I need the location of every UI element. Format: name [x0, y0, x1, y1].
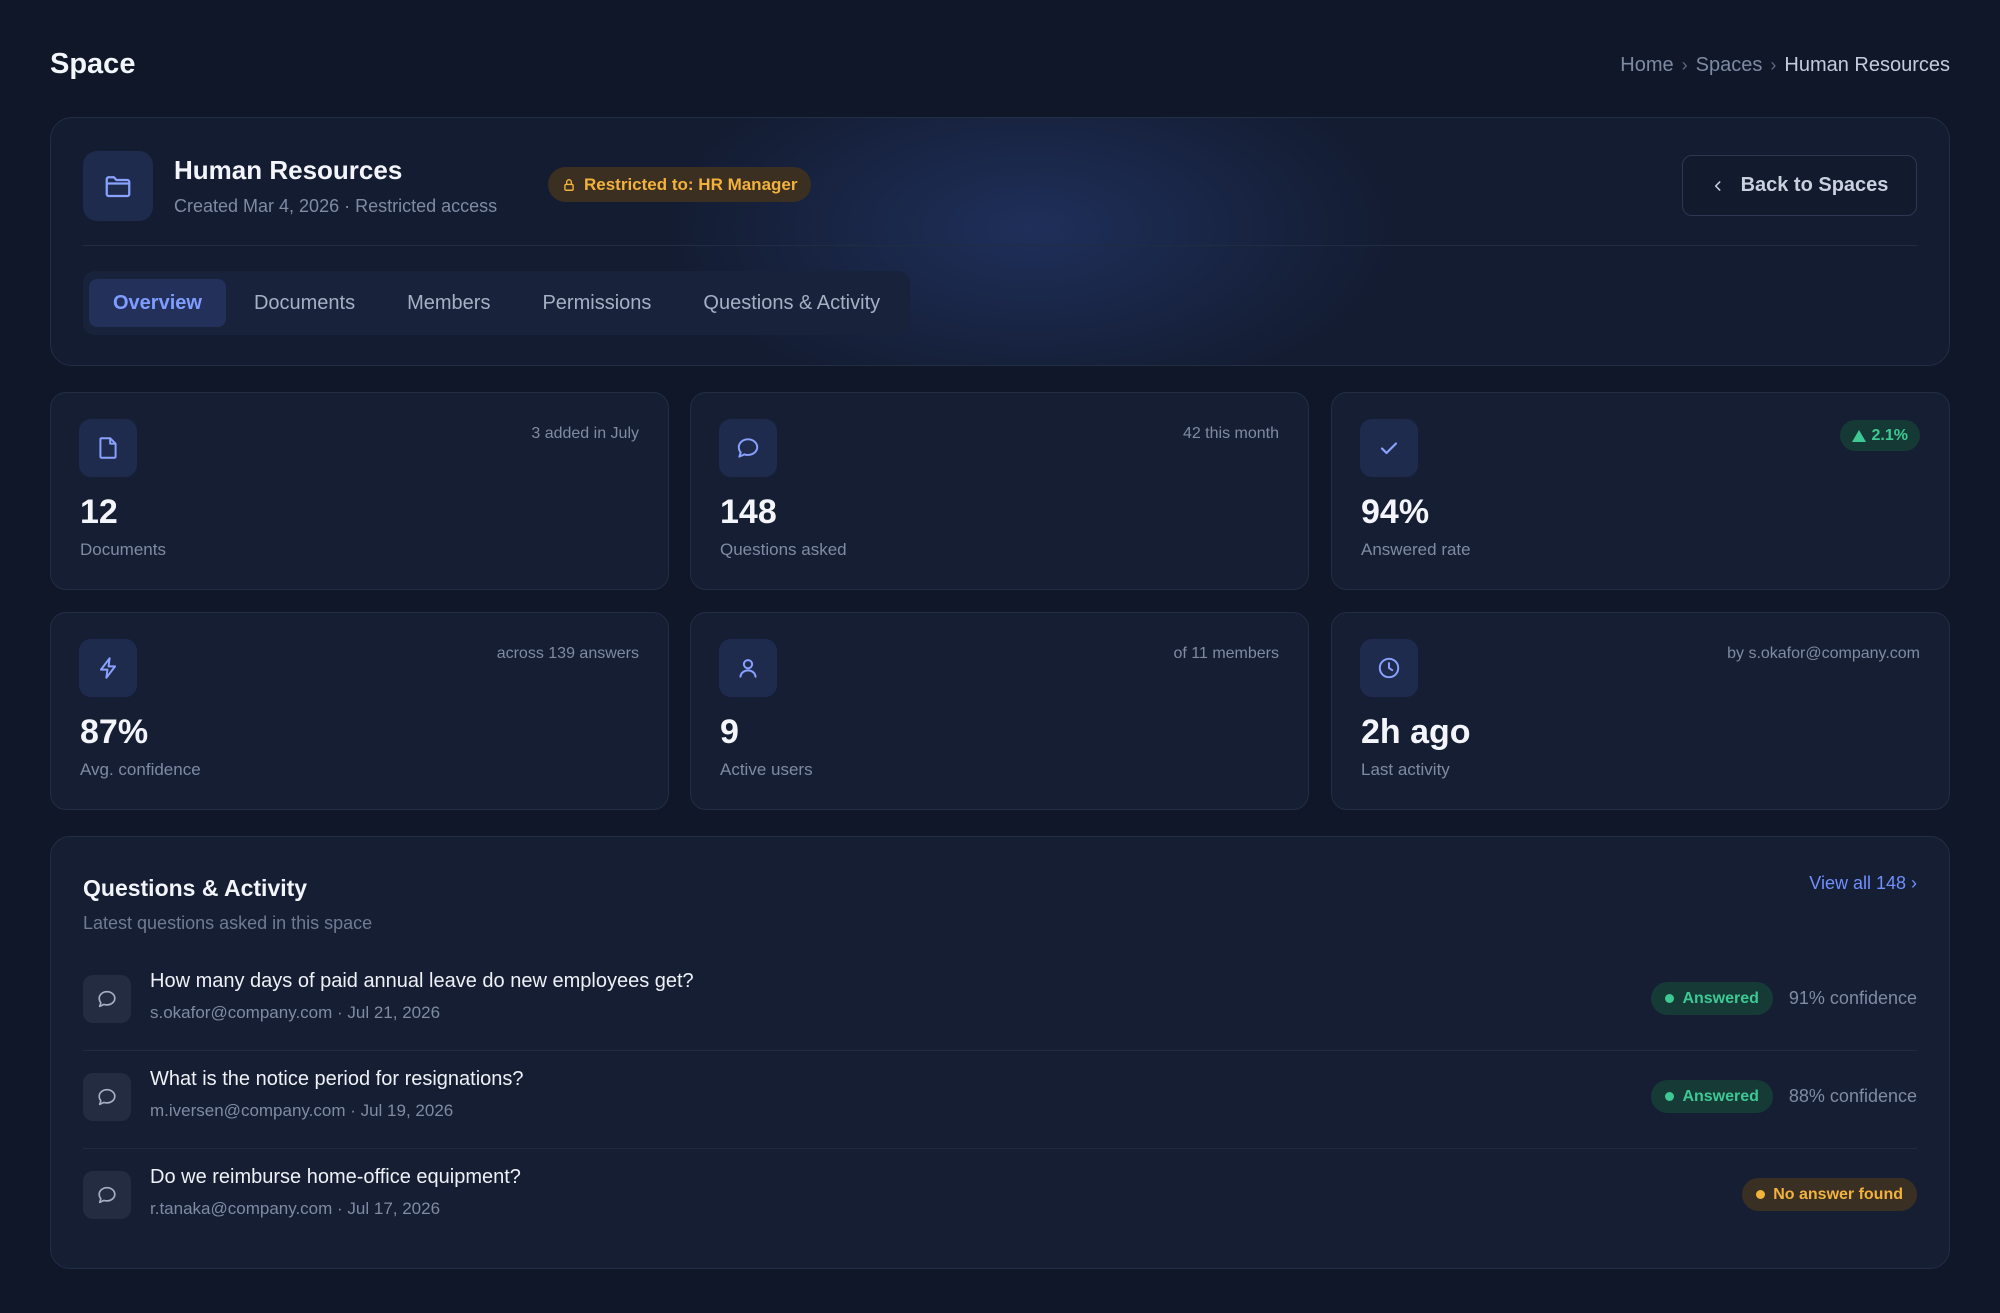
space-name: Human Resources	[174, 155, 403, 185]
stat-label: Last activity	[1361, 760, 1450, 779]
tab-questions-activity[interactable]: Questions & Activity	[679, 279, 904, 327]
view-all-link[interactable]: View all 148 ›	[1809, 873, 1917, 894]
stat-value: 148	[720, 493, 777, 531]
stat-note: of 11 members	[1173, 645, 1279, 662]
activity-subtitle: Latest questions asked in this space	[83, 913, 373, 933]
stat-note: 42 this month	[1182, 425, 1279, 442]
back-to-spaces-label: Back to Spaces	[1740, 174, 1889, 196]
stat-card-answered-rate: 2.1% 94% Answered rate	[1331, 392, 1950, 590]
stat-value: 12	[80, 493, 118, 531]
stat-card-questions: 42 this month 148 Questions asked	[690, 392, 1309, 590]
document-icon	[79, 419, 137, 477]
restricted-label: Restricted to: HR Manager	[584, 174, 798, 194]
folder-icon	[83, 151, 153, 221]
status-badge: Answered	[1651, 982, 1773, 1015]
breadcrumb-current: Human Resources	[1784, 54, 1950, 76]
chat-icon	[83, 975, 131, 1023]
restricted-badge: Restricted to: HR Manager	[548, 167, 812, 202]
question-meta: r.tanaka@company.com · Jul 17, 2026	[150, 1199, 441, 1218]
back-to-spaces-button[interactable]: Back to Spaces	[1682, 155, 1917, 216]
bolt-icon	[79, 639, 137, 697]
breadcrumb: Home › Spaces › Human Resources	[1620, 54, 1950, 77]
tab-permissions[interactable]: Permissions	[518, 279, 675, 327]
stat-card-last-activity: by s.okafor@company.com 2h ago Last acti…	[1331, 612, 1950, 810]
stat-card-active-users: of 11 members 9 Active users	[690, 612, 1309, 810]
tab-bar: Overview Documents Members Permissions Q…	[83, 271, 911, 335]
stat-label: Active users	[720, 760, 813, 779]
question-meta: m.iversen@company.com · Jul 19, 2026	[150, 1101, 454, 1120]
stat-label: Questions asked	[720, 540, 847, 559]
stat-note: 3 added in July	[531, 425, 639, 442]
breadcrumb-separator: ›	[1770, 55, 1777, 75]
stat-value: 9	[720, 713, 739, 751]
tab-overview[interactable]: Overview	[89, 279, 226, 327]
status-badge: Answered	[1651, 1080, 1773, 1113]
tab-documents[interactable]: Documents	[230, 279, 379, 327]
stat-value: 94%	[1361, 493, 1430, 531]
check-icon	[1360, 419, 1418, 477]
chat-icon	[83, 1073, 131, 1121]
question-text: Do we reimburse home-office equipment?	[150, 1166, 521, 1188]
tab-members[interactable]: Members	[383, 279, 514, 327]
list-item[interactable]: How many days of paid annual leave do ne…	[83, 953, 1917, 1051]
question-meta: s.okafor@company.com · Jul 21, 2026	[150, 1003, 441, 1022]
stat-card-avg-confidence: across 139 answers 87% Avg. confidence	[50, 612, 669, 810]
question-text: How many days of paid annual leave do ne…	[150, 970, 694, 992]
space-subtitle: Created Mar 4, 2026 · Restricted access	[174, 196, 498, 216]
stat-card-documents: 3 added in July 12 Documents	[50, 392, 669, 590]
trend-value: 2.1%	[1871, 426, 1908, 444]
confidence-value: 88% confidence	[1788, 1086, 1917, 1106]
status-badge: No answer found	[1742, 1178, 1917, 1211]
breadcrumb-separator: ›	[1681, 55, 1688, 75]
activity-title: Questions & Activity	[83, 875, 308, 901]
lock-icon	[564, 178, 574, 191]
stat-label: Avg. confidence	[80, 760, 201, 779]
stat-label: Documents	[80, 540, 166, 559]
question-text: What is the notice period for resignatio…	[150, 1068, 524, 1090]
list-item[interactable]: What is the notice period for resignatio…	[83, 1051, 1917, 1149]
clock-icon	[1360, 639, 1418, 697]
breadcrumb-home[interactable]: Home	[1620, 54, 1673, 77]
stat-note: across 139 answers	[496, 645, 639, 662]
trend-badge: 2.1%	[1839, 420, 1920, 451]
page-title: Space	[50, 48, 136, 80]
chat-icon	[719, 419, 777, 477]
chevron-left-icon	[1714, 180, 1721, 191]
stat-value: 2h ago	[1361, 713, 1471, 751]
confidence-value: 91% confidence	[1788, 988, 1917, 1008]
breadcrumb-spaces[interactable]: Spaces	[1696, 54, 1763, 77]
user-icon	[719, 639, 777, 697]
stat-label: Answered rate	[1361, 540, 1471, 559]
stat-value: 87%	[80, 713, 149, 751]
questions-activity-card: Questions & Activity Latest questions as…	[50, 836, 1950, 1269]
list-item[interactable]: Do we reimburse home-office equipment? r…	[83, 1149, 1917, 1247]
header-divider	[83, 245, 1917, 246]
triangle-up-icon	[1851, 429, 1866, 442]
chat-icon	[83, 1171, 131, 1219]
space-header-card: Human Resources Created Mar 4, 2026 · Re…	[50, 117, 1950, 366]
stat-note: by s.okafor@company.com	[1727, 645, 1920, 662]
